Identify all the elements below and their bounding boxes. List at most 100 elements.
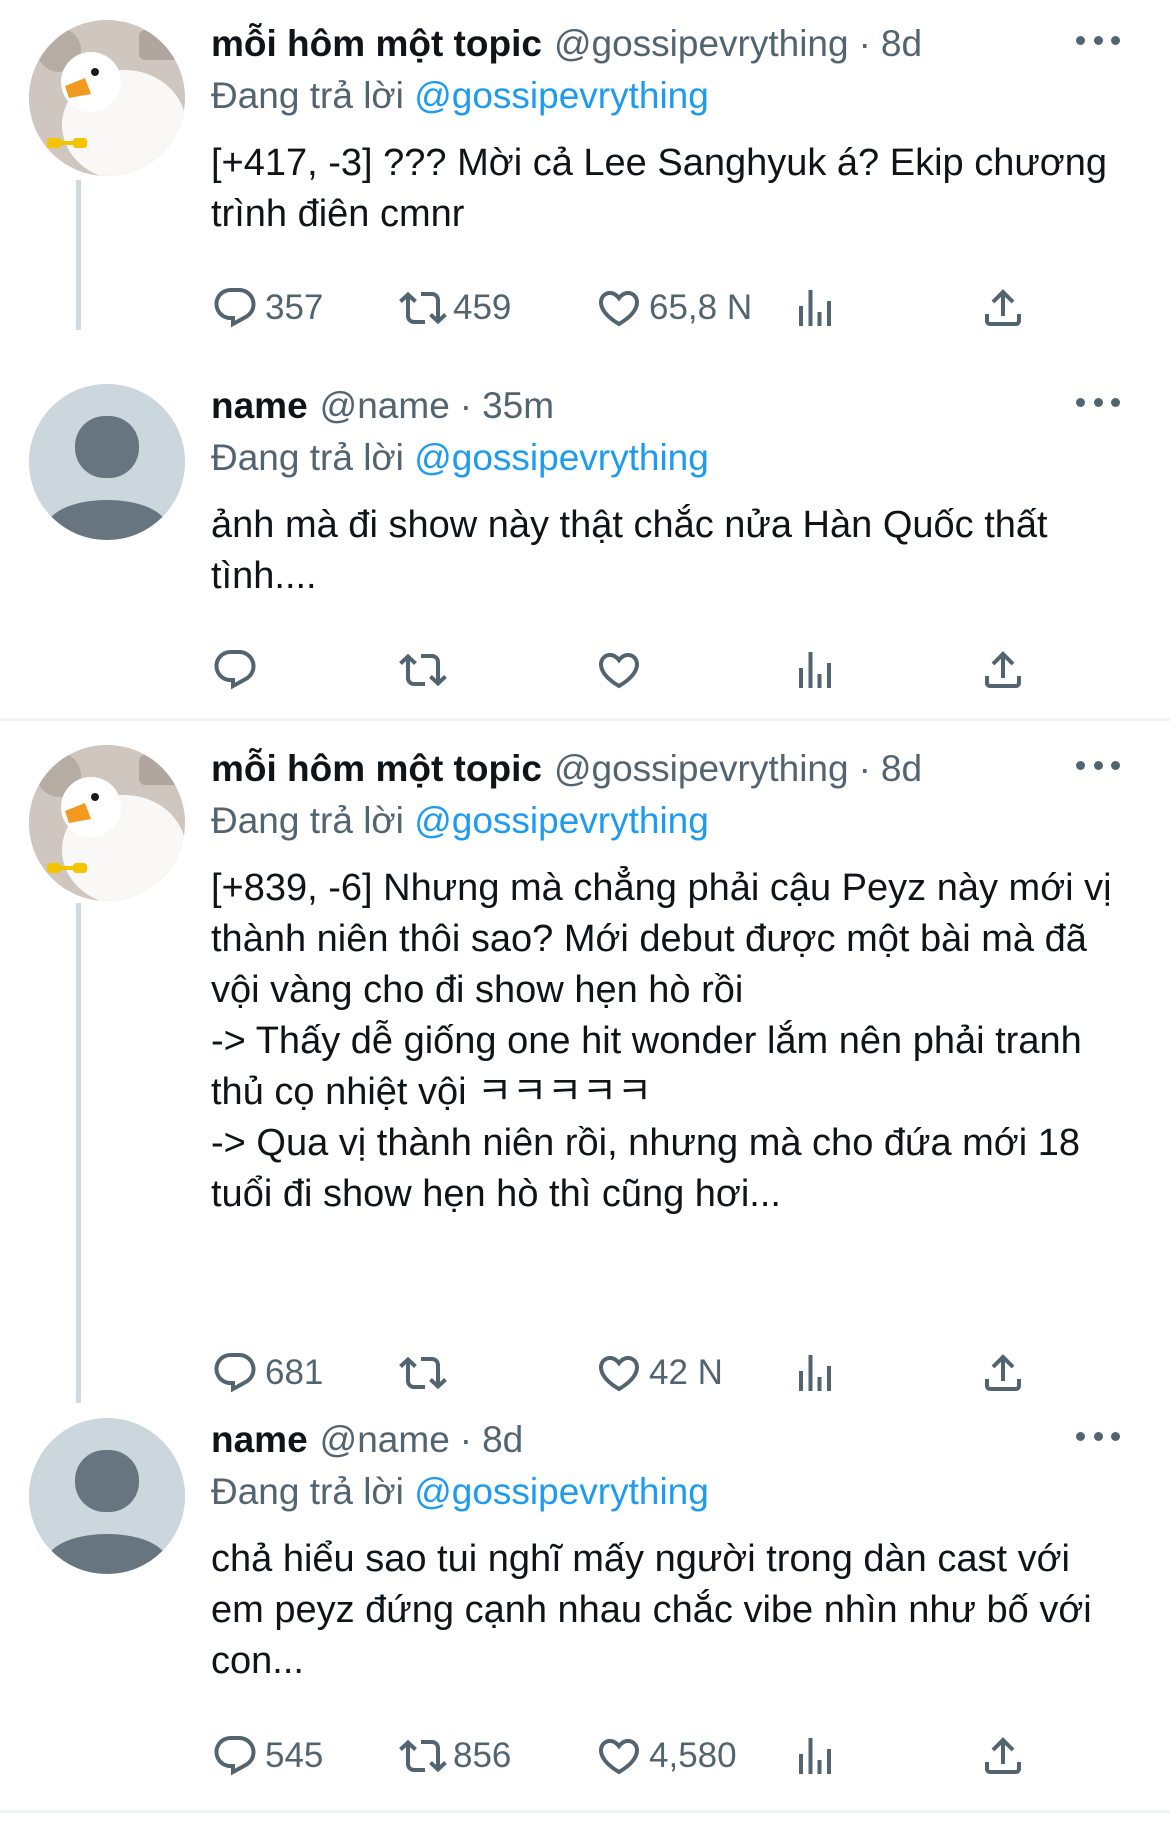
heart-icon	[595, 1349, 643, 1397]
duck-avatar-icon	[29, 745, 185, 901]
separator-dot: ·	[858, 23, 871, 64]
share-button[interactable]	[979, 640, 1027, 700]
display-name[interactable]: name	[211, 1419, 308, 1461]
reply-mention-link[interactable]: @gossipevrything	[414, 1471, 709, 1512]
like-button[interactable]	[595, 640, 649, 700]
thread-line	[76, 903, 81, 1403]
reply-count: 681	[265, 1353, 324, 1392]
retweet-button[interactable]	[399, 1343, 453, 1403]
reply-button[interactable]: 545	[211, 1726, 323, 1786]
replying-to: Đang trả lời @gossipevrything	[211, 1466, 1120, 1518]
tweet-actions: 545 856 4,580	[211, 1726, 1111, 1786]
share-icon	[979, 646, 1027, 694]
retweet-count: 856	[453, 1736, 512, 1775]
reply-count: 545	[265, 1736, 324, 1775]
reply-button[interactable]	[211, 640, 265, 700]
user-handle[interactable]: @gossipevrything	[554, 748, 849, 790]
heart-icon	[595, 1732, 643, 1780]
analytics-icon	[791, 1349, 839, 1397]
like-count: 42 N	[649, 1353, 723, 1392]
retweet-button[interactable]: 856	[399, 1726, 511, 1786]
like-count: 4,580	[649, 1736, 737, 1775]
replying-to: Đang trả lời @gossipevrything	[211, 432, 1120, 484]
tweet[interactable]: name @name · 35m Đang trả lời @gossipevr…	[0, 384, 1170, 714]
share-icon	[979, 284, 1027, 332]
display-name[interactable]: mỗi hôm một topic	[211, 748, 542, 790]
more-options-icon[interactable]	[1076, 755, 1120, 775]
tweet-header: name @name · 35m	[211, 380, 1120, 432]
reply-icon	[211, 1349, 259, 1397]
replying-to: Đang trả lời @gossipevrything	[211, 795, 1120, 847]
share-button[interactable]	[979, 278, 1027, 338]
tweet-actions: 681 42 N	[211, 1343, 1111, 1403]
separator-dot: ·	[459, 1419, 473, 1460]
reply-icon	[211, 284, 259, 332]
timestamp[interactable]: 8d	[881, 23, 922, 65]
duck-avatar-icon	[29, 20, 185, 176]
tweet-text: [+839, -6] Nhưng mà chẳng phải cậu Peyz …	[211, 867, 1112, 1215]
retweet-icon	[399, 1349, 447, 1397]
analytics-icon	[791, 1732, 839, 1780]
tweet[interactable]: mỗi hôm một topic @gossipevrything · 8d …	[0, 725, 1170, 1405]
replying-to-label: Đang trả lời	[211, 437, 404, 478]
more-options-icon[interactable]	[1076, 392, 1120, 412]
timestamp[interactable]: 35m	[482, 385, 554, 427]
analytics-icon	[791, 284, 839, 332]
avatar[interactable]	[29, 1418, 185, 1574]
reply-button[interactable]: 357	[211, 278, 323, 338]
replying-to-label: Đang trả lời	[211, 800, 404, 841]
retweet-button[interactable]	[399, 640, 453, 700]
tweet-text: ảnh mà đi show này thật chắc nửa Hàn Quố…	[211, 504, 1048, 597]
tweet[interactable]: name @name · 8d Đang trả lời @gossipevry…	[0, 1418, 1170, 1818]
user-handle[interactable]: @gossipevrything	[554, 23, 849, 65]
like-button[interactable]: 4,580	[595, 1726, 737, 1786]
tweet-header: name @name · 8d	[211, 1414, 1120, 1466]
more-options-icon[interactable]	[1076, 30, 1120, 50]
thread-divider	[0, 1810, 1170, 1813]
user-handle[interactable]: @name	[320, 1419, 450, 1461]
tweet-text: chả hiểu sao tui nghĩ mấy người trong dà…	[211, 1538, 1092, 1682]
like-count: 65,8 N	[649, 288, 753, 327]
avatar[interactable]	[29, 20, 185, 176]
analytics-icon	[791, 646, 839, 694]
default-avatar-icon	[29, 384, 185, 540]
replying-to-label: Đang trả lời	[211, 1471, 404, 1512]
share-icon	[979, 1349, 1027, 1397]
reply-count: 357	[265, 288, 324, 327]
views-button[interactable]	[791, 278, 839, 338]
user-handle[interactable]: @name	[320, 385, 450, 427]
reply-mention-link[interactable]: @gossipevrything	[414, 437, 709, 478]
views-button[interactable]	[791, 1726, 839, 1786]
heart-icon	[595, 646, 643, 694]
retweet-button[interactable]: 459	[399, 278, 511, 338]
retweet-icon	[399, 646, 447, 694]
avatar[interactable]	[29, 745, 185, 901]
replying-to-label: Đang trả lời	[211, 75, 404, 116]
reply-mention-link[interactable]: @gossipevrything	[414, 75, 709, 116]
share-button[interactable]	[979, 1343, 1027, 1403]
views-button[interactable]	[791, 640, 839, 700]
reply-mention-link[interactable]: @gossipevrything	[414, 800, 709, 841]
share-button[interactable]	[979, 1726, 1027, 1786]
timestamp[interactable]: 8d	[881, 748, 922, 790]
avatar[interactable]	[29, 384, 185, 540]
timestamp[interactable]: 8d	[482, 1419, 523, 1461]
like-button[interactable]: 42 N	[595, 1343, 723, 1403]
heart-icon	[595, 284, 643, 332]
retweet-count: 459	[453, 288, 512, 327]
reply-icon	[211, 1732, 259, 1780]
reply-button[interactable]: 681	[211, 1343, 323, 1403]
tweet-actions	[211, 640, 1111, 700]
views-button[interactable]	[791, 1343, 839, 1403]
default-avatar-icon	[29, 1418, 185, 1574]
tweet-header: mỗi hôm một topic @gossipevrything · 8d	[211, 18, 1120, 70]
like-button[interactable]: 65,8 N	[595, 278, 752, 338]
tweet-actions: 357 459 65,8 N	[211, 278, 1111, 338]
display-name[interactable]: name	[211, 385, 308, 427]
display-name[interactable]: mỗi hôm một topic	[211, 23, 542, 65]
more-options-icon[interactable]	[1076, 1426, 1120, 1446]
separator-dot: ·	[459, 385, 473, 426]
replying-to: Đang trả lời @gossipevrything	[211, 70, 1120, 122]
tweet[interactable]: mỗi hôm một topic @gossipevrything · 8d …	[0, 0, 1170, 330]
retweet-icon	[399, 1732, 447, 1780]
